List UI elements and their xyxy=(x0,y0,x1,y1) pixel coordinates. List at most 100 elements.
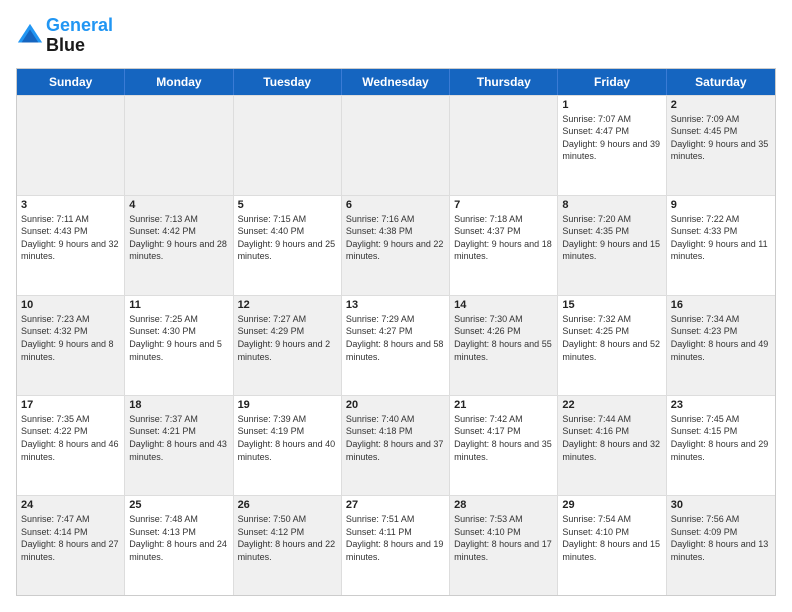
day-info: Sunrise: 7:32 AM Sunset: 4:25 PM Dayligh… xyxy=(562,313,661,363)
calendar-cell: 6 Sunrise: 7:16 AM Sunset: 4:38 PM Daylig… xyxy=(342,196,450,295)
day-info: Sunrise: 7:42 AM Sunset: 4:17 PM Dayligh… xyxy=(454,413,553,463)
calendar-cell: 2Sunrise: 7:09 AM Sunset: 4:45 PM Daylig… xyxy=(667,96,775,195)
day-info: Sunrise: 7:56 AM Sunset: 4:09 PM Dayligh… xyxy=(671,513,771,563)
header-cell-thursday: Thursday xyxy=(450,69,558,95)
day-number: 13 xyxy=(346,299,445,311)
calendar-cell xyxy=(342,96,450,195)
day-number: 5 xyxy=(238,199,337,211)
day-number: 1 xyxy=(562,99,661,111)
day-info: Sunrise: 7:40 AM Sunset: 4:18 PM Dayligh… xyxy=(346,413,445,463)
calendar-row-4: 24 Sunrise: 7:47 AM Sunset: 4:14 PM Dayli… xyxy=(17,495,775,595)
calendar-cell xyxy=(17,96,125,195)
day-info: Sunrise: 7:50 AM Sunset: 4:12 PM Dayligh… xyxy=(238,513,337,563)
day-number: 21 xyxy=(454,399,553,411)
day-info: Sunrise: 7:51 AM Sunset: 4:11 PM Dayligh… xyxy=(346,513,445,563)
day-number: 30 xyxy=(671,499,771,511)
day-info: Sunrise: 7:22 AM Sunset: 4:33 PM Dayligh… xyxy=(671,213,771,263)
day-info: Sunrise: 7:30 AM Sunset: 4:26 PM Dayligh… xyxy=(454,313,553,363)
day-number: 18 xyxy=(129,399,228,411)
day-number: 20 xyxy=(346,399,445,411)
day-info: Sunrise: 7:27 AM Sunset: 4:29 PM Dayligh… xyxy=(238,313,337,363)
day-number: 4 xyxy=(129,199,228,211)
day-number: 12 xyxy=(238,299,337,311)
header-cell-sunday: Sunday xyxy=(17,69,125,95)
day-info: Sunrise: 7:15 AM Sunset: 4:40 PM Dayligh… xyxy=(238,213,337,263)
day-info: Sunrise: 7:37 AM Sunset: 4:21 PM Dayligh… xyxy=(129,413,228,463)
calendar-cell: 26 Sunrise: 7:50 AM Sunset: 4:12 PM Dayli… xyxy=(234,496,342,595)
calendar-cell: 1 Sunrise: 7:07 AM Sunset: 4:47 PM Daylig… xyxy=(558,96,666,195)
calendar-cell: 12 Sunrise: 7:27 AM Sunset: 4:29 PM Dayli… xyxy=(234,296,342,395)
header: General Blue xyxy=(16,16,776,56)
calendar-row-0: 1 Sunrise: 7:07 AM Sunset: 4:47 PM Daylig… xyxy=(17,95,775,195)
day-number: 10 xyxy=(21,299,120,311)
calendar-cell xyxy=(234,96,342,195)
header-cell-tuesday: Tuesday xyxy=(234,69,342,95)
header-cell-saturday: Saturday xyxy=(667,69,775,95)
day-number: 14 xyxy=(454,299,553,311)
day-number: 15 xyxy=(562,299,661,311)
day-info: Sunrise: 7:16 AM Sunset: 4:38 PM Dayligh… xyxy=(346,213,445,263)
day-info: Sunrise: 7:35 AM Sunset: 4:22 PM Dayligh… xyxy=(21,413,120,463)
logo: General Blue xyxy=(16,16,113,56)
day-number: 19 xyxy=(238,399,337,411)
day-info: Sunrise: 7:47 AM Sunset: 4:14 PM Dayligh… xyxy=(21,513,120,563)
day-info: Sunrise: 7:07 AM Sunset: 4:47 PM Dayligh… xyxy=(562,113,661,163)
day-number: 11 xyxy=(129,299,228,311)
day-number: 29 xyxy=(562,499,661,511)
day-number: 8 xyxy=(562,199,661,211)
day-info: Sunrise: 7:44 AM Sunset: 4:16 PM Dayligh… xyxy=(562,413,661,463)
calendar-cell: 13 Sunrise: 7:29 AM Sunset: 4:27 PM Dayli… xyxy=(342,296,450,395)
day-info: Sunrise: 7:20 AM Sunset: 4:35 PM Dayligh… xyxy=(562,213,661,263)
calendar-cell: 10 Sunrise: 7:23 AM Sunset: 4:32 PM Dayli… xyxy=(17,296,125,395)
day-info: Sunrise: 7:29 AM Sunset: 4:27 PM Dayligh… xyxy=(346,313,445,363)
day-number: 23 xyxy=(671,399,771,411)
day-number: 24 xyxy=(21,499,120,511)
day-info: Sunrise: 7:54 AM Sunset: 4:10 PM Dayligh… xyxy=(562,513,661,563)
calendar-cell: 4 Sunrise: 7:13 AM Sunset: 4:42 PM Daylig… xyxy=(125,196,233,295)
calendar-cell: 18 Sunrise: 7:37 AM Sunset: 4:21 PM Dayli… xyxy=(125,396,233,495)
logo-text: General Blue xyxy=(46,16,113,56)
calendar-cell: 29 Sunrise: 7:54 AM Sunset: 4:10 PM Dayli… xyxy=(558,496,666,595)
calendar-cell: 16Sunrise: 7:34 AM Sunset: 4:23 PM Dayli… xyxy=(667,296,775,395)
page: General Blue SundayMondayTuesdayWednesda… xyxy=(0,0,792,612)
day-number: 26 xyxy=(238,499,337,511)
day-info: Sunrise: 7:23 AM Sunset: 4:32 PM Dayligh… xyxy=(21,313,120,363)
day-number: 16 xyxy=(671,299,771,311)
calendar-cell: 19Sunrise: 7:39 AM Sunset: 4:19 PM Dayli… xyxy=(234,396,342,495)
day-info: Sunrise: 7:25 AM Sunset: 4:30 PM Dayligh… xyxy=(129,313,228,363)
calendar: SundayMondayTuesdayWednesdayThursdayFrid… xyxy=(16,68,776,596)
calendar-cell: 5 Sunrise: 7:15 AM Sunset: 4:40 PM Daylig… xyxy=(234,196,342,295)
header-cell-wednesday: Wednesday xyxy=(342,69,450,95)
header-cell-monday: Monday xyxy=(125,69,233,95)
day-number: 25 xyxy=(129,499,228,511)
day-number: 27 xyxy=(346,499,445,511)
day-number: 6 xyxy=(346,199,445,211)
day-number: 28 xyxy=(454,499,553,511)
calendar-body: 1 Sunrise: 7:07 AM Sunset: 4:47 PM Daylig… xyxy=(17,95,775,595)
day-number: 17 xyxy=(21,399,120,411)
calendar-header: SundayMondayTuesdayWednesdayThursdayFrid… xyxy=(17,69,775,95)
day-info: Sunrise: 7:48 AM Sunset: 4:13 PM Dayligh… xyxy=(129,513,228,563)
calendar-cell: 7Sunrise: 7:18 AM Sunset: 4:37 PM Daylig… xyxy=(450,196,558,295)
day-number: 2 xyxy=(671,99,771,111)
day-info: Sunrise: 7:11 AM Sunset: 4:43 PM Dayligh… xyxy=(21,213,120,263)
calendar-cell xyxy=(125,96,233,195)
calendar-cell: 3 Sunrise: 7:11 AM Sunset: 4:43 PM Daylig… xyxy=(17,196,125,295)
calendar-cell: 22 Sunrise: 7:44 AM Sunset: 4:16 PM Dayli… xyxy=(558,396,666,495)
day-number: 3 xyxy=(21,199,120,211)
day-info: Sunrise: 7:13 AM Sunset: 4:42 PM Dayligh… xyxy=(129,213,228,263)
calendar-cell: 21 Sunrise: 7:42 AM Sunset: 4:17 PM Dayli… xyxy=(450,396,558,495)
header-cell-friday: Friday xyxy=(558,69,666,95)
day-number: 22 xyxy=(562,399,661,411)
calendar-cell: 30 Sunrise: 7:56 AM Sunset: 4:09 PM Dayli… xyxy=(667,496,775,595)
day-number: 9 xyxy=(671,199,771,211)
day-info: Sunrise: 7:45 AM Sunset: 4:15 PM Dayligh… xyxy=(671,413,771,463)
calendar-cell: 8 Sunrise: 7:20 AM Sunset: 4:35 PM Daylig… xyxy=(558,196,666,295)
calendar-row-1: 3 Sunrise: 7:11 AM Sunset: 4:43 PM Daylig… xyxy=(17,195,775,295)
day-number: 7 xyxy=(454,199,553,211)
day-info: Sunrise: 7:53 AM Sunset: 4:10 PM Dayligh… xyxy=(454,513,553,563)
calendar-cell xyxy=(450,96,558,195)
calendar-cell: 17 Sunrise: 7:35 AM Sunset: 4:22 PM Dayli… xyxy=(17,396,125,495)
calendar-cell: 11 Sunrise: 7:25 AM Sunset: 4:30 PM Dayli… xyxy=(125,296,233,395)
calendar-cell: 27 Sunrise: 7:51 AM Sunset: 4:11 PM Dayli… xyxy=(342,496,450,595)
